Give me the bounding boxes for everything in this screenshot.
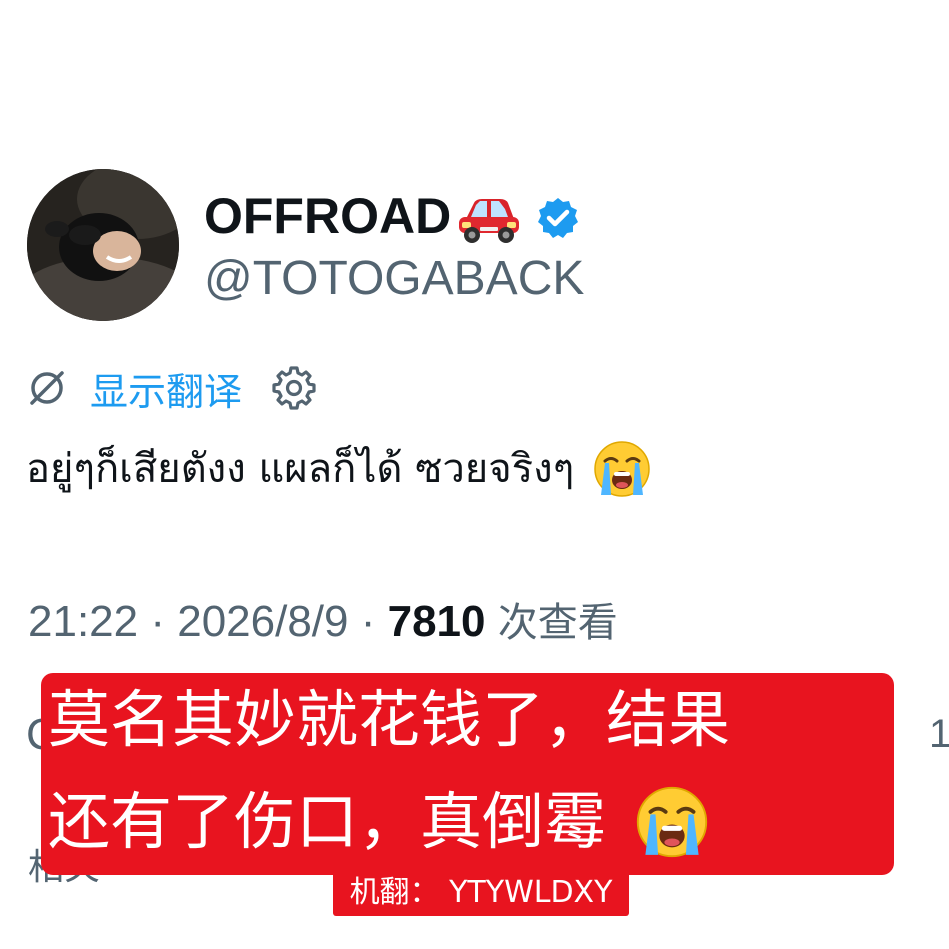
- loudly-crying-face-icon: [636, 786, 708, 858]
- tweet-text: อยู่ๆก็เสียตังง แผลก็ได้ ซวยจริงๆ: [26, 434, 652, 504]
- user-handle[interactable]: @TOTOGABACK: [204, 250, 584, 308]
- car-emoji-icon: [459, 199, 519, 243]
- subtitle-line-1: 莫名其妙就花钱了，结果: [48, 683, 731, 756]
- subtitle-line-2-text: 还有了伤口，真倒霉: [48, 785, 607, 858]
- meta-separator: ·: [348, 597, 388, 646]
- translate-icon: [30, 371, 64, 405]
- avatar-photo: [27, 169, 179, 321]
- tweet-meta: 21:22 · 2026/8/9 · 7810 次查看: [28, 594, 618, 651]
- translation-credit: 机翻： YTYWLDXY: [333, 870, 629, 916]
- verified-badge-icon[interactable]: [536, 196, 580, 240]
- loudly-crying-face-icon: [594, 441, 650, 497]
- show-translation-link[interactable]: 显示翻译: [90, 361, 242, 416]
- tweet-time[interactable]: 21:22: [28, 597, 138, 646]
- views-count[interactable]: 7810: [388, 597, 486, 646]
- tweet-text-content: อยู่ๆก็เสียตังง แผลก็ได้ ซวยจริงๆ: [26, 446, 575, 492]
- translate-row: 显示翻译: [26, 362, 316, 414]
- avatar[interactable]: [27, 169, 179, 321]
- display-name[interactable]: OFFROAD: [204, 186, 451, 246]
- subtitle-line-2: 还有了伤口，真倒霉: [48, 782, 710, 862]
- views-label: 次查看: [497, 600, 618, 646]
- tweet-date[interactable]: 2026/8/9: [177, 597, 348, 646]
- meta-separator: ·: [138, 597, 178, 646]
- gear-icon[interactable]: [272, 366, 316, 410]
- action-count-peek: 1: [929, 712, 949, 756]
